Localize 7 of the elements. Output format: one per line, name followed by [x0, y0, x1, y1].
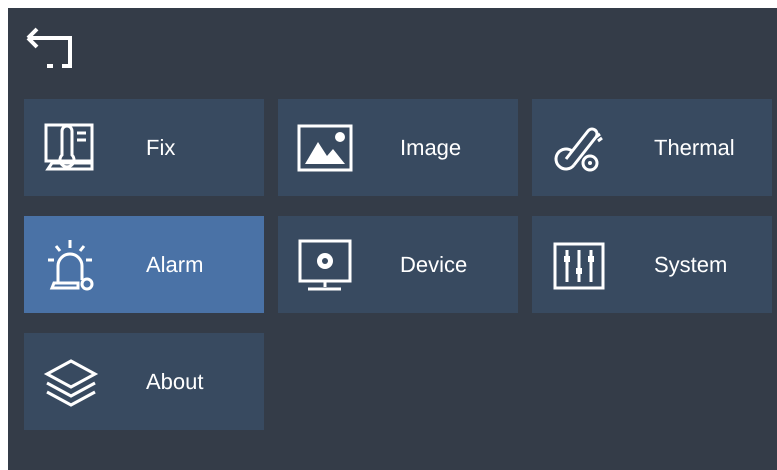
menu-tile[interactable]: System — [532, 216, 772, 313]
menu-tile[interactable]: Device — [278, 216, 518, 313]
menu-tile[interactable]: Alarm — [24, 216, 264, 313]
menu-tile[interactable]: About — [24, 333, 264, 430]
menu-tile[interactable]: Image — [278, 99, 518, 196]
menu-tile[interactable]: Thermal — [532, 99, 772, 196]
menu-tile[interactable]: Fix — [24, 99, 264, 196]
